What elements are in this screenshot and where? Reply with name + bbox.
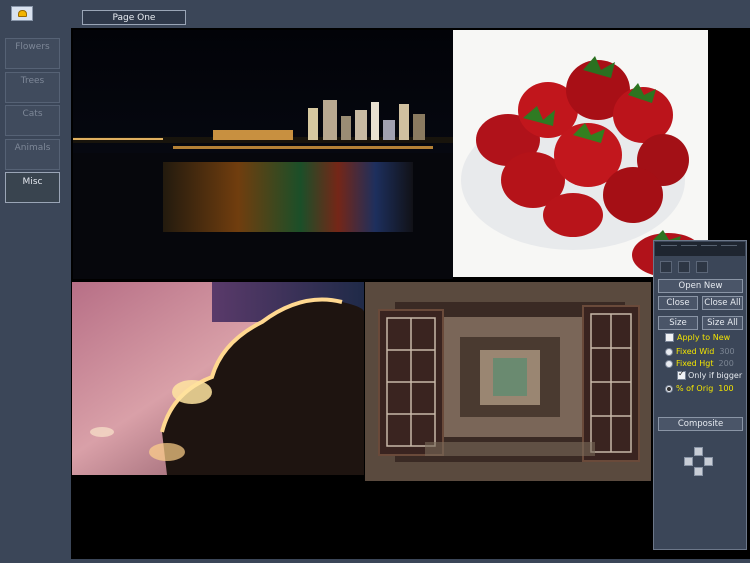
fixed-wid-radio[interactable] [665, 348, 673, 356]
open-new-button[interactable]: Open New [658, 279, 743, 293]
close-all-button[interactable]: Close All [702, 296, 743, 310]
arrow-up-icon[interactable] [694, 447, 703, 456]
category-cats[interactable]: Cats [5, 105, 60, 136]
fixed-hgt-label: Fixed Hgt [676, 359, 714, 368]
pct-of-orig-value[interactable]: 100 [718, 384, 733, 393]
photo-night-city[interactable] [73, 30, 453, 279]
arrow-right-icon[interactable] [704, 457, 713, 466]
fit-icon[interactable] [678, 261, 690, 273]
image-canvas[interactable] [71, 28, 750, 559]
close-button[interactable]: Close [658, 296, 698, 310]
only-if-bigger-label: Only if bigger [688, 371, 743, 380]
photo-nested-windows[interactable] [365, 282, 651, 481]
app-logo-icon[interactable] [11, 6, 33, 21]
category-sidebar: Flowers Trees Cats Animals Misc [0, 30, 71, 563]
composite-button[interactable]: Composite [658, 417, 743, 431]
settings-icon[interactable] [696, 261, 708, 273]
size-button[interactable]: Size [658, 316, 698, 330]
fixed-hgt-value[interactable]: 200 [719, 359, 734, 368]
panel-title-bar[interactable] [655, 242, 745, 256]
photo-sunset-clouds[interactable] [72, 282, 364, 475]
category-trees[interactable]: Trees [5, 72, 60, 103]
pct-of-orig-label: % of Orig [676, 384, 714, 393]
tab-page-one[interactable]: Page One [82, 10, 186, 25]
fixed-wid-label: Fixed Wid [676, 347, 715, 356]
category-misc[interactable]: Misc [5, 172, 60, 203]
arrow-down-icon[interactable] [694, 467, 703, 476]
only-if-bigger-checkbox[interactable] [677, 369, 686, 380]
category-animals[interactable]: Animals [5, 139, 60, 170]
category-flowers[interactable]: Flowers [5, 38, 60, 69]
crop-icon[interactable] [660, 261, 672, 273]
apply-to-new-label: Apply to New [677, 333, 731, 342]
fixed-hgt-radio[interactable] [665, 360, 673, 368]
pct-of-orig-radio[interactable] [665, 385, 673, 393]
size-all-button[interactable]: Size All [702, 316, 743, 330]
control-panel: Open New Close Close All Size Size All A… [653, 240, 747, 550]
arrow-left-icon[interactable] [684, 457, 693, 466]
apply-to-new-checkbox[interactable] [665, 333, 674, 342]
fixed-wid-value[interactable]: 300 [719, 347, 734, 356]
